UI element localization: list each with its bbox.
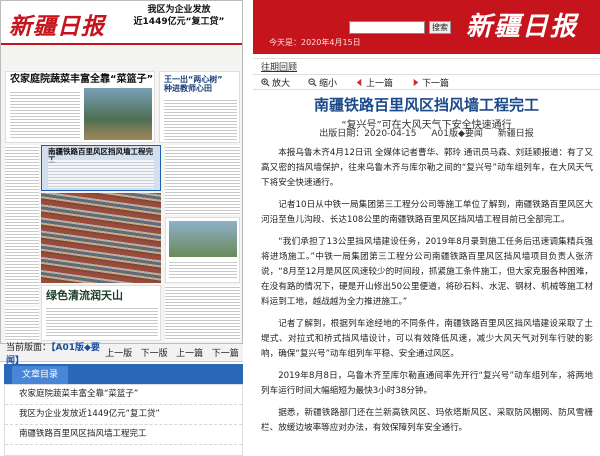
article-paragraph: 本报乌鲁木齐4月12日讯 全媒体记者曹华、郭玲 通讯员马森、刘廷颖报道：有了又高… — [261, 148, 593, 188]
article-body: 本报乌鲁木齐4月12日讯 全媒体记者曹华、郭玲 通讯员马森、刘廷颖报道：有了又高… — [261, 146, 593, 443]
article-paragraph: 2019年8月8日，乌鲁木齐至库尔勒直通间率先开行“复兴号”动车组列车，将两地列… — [261, 371, 593, 396]
paper-photo — [169, 221, 237, 257]
next-article-button[interactable]: 下一篇 — [207, 346, 243, 359]
paper-content-area: 农家庭院蔬菜丰富全靠“菜篮子” 王一出“两心树” 种进教师心田 南疆铁路百里风区… — [1, 47, 242, 343]
paper-text-column — [165, 285, 240, 341]
epaper-page-image[interactable]: 新疆日报 我区为企业发放 近1449亿元“复工贷” 农家庭院蔬菜丰富全靠“菜篮子… — [0, 0, 243, 344]
prev-page-button[interactable]: 上一版 — [101, 346, 137, 359]
toc-list: 农家庭院蔬菜丰富全靠“菜篮子” 我区为企业发放近1449亿元“复工贷” 南疆铁路… — [4, 384, 243, 456]
toc-item[interactable]: 我区为企业发放近1449亿元“复工贷” — [5, 405, 242, 425]
paper-article-block[interactable] — [165, 217, 240, 283]
divider — [253, 58, 600, 59]
article-panel: 新疆日报 搜索 今天是：2020年4月15日 往期回顾 放大 缩小 上一篇 下一… — [253, 0, 600, 456]
paper-photo — [84, 88, 152, 140]
highlighted-article-area[interactable]: 南疆铁路百里风区挡风墙工程完工 — [41, 145, 161, 191]
toc-header: 文章目录 — [4, 364, 243, 384]
paper-logo: 新疆日报 — [9, 13, 105, 40]
next-page-button[interactable]: 下一版 — [136, 346, 172, 359]
paper-article-block[interactable]: 王一出“两心树” 种进教师心田 — [159, 71, 240, 143]
paper-headline-right: 王一出“两心树” 种进教师心田 — [164, 75, 223, 93]
site-logo: 新疆日报 — [465, 12, 578, 42]
paper-text-column — [5, 145, 39, 305]
toc-tab[interactable]: 文章目录 — [12, 366, 69, 384]
paper-text-column — [165, 145, 240, 215]
next-icon — [413, 78, 419, 86]
prev-article-tool[interactable]: 上一篇 — [355, 76, 393, 89]
zoom-out-tool[interactable]: 缩小 — [308, 76, 337, 89]
toc-item[interactable]: 南疆铁路百里风区挡风墙工程完工 — [5, 425, 242, 445]
zoom-in-icon — [261, 77, 270, 87]
search-input[interactable] — [349, 21, 425, 34]
article-toolbar: 放大 缩小 上一篇 下一篇 — [253, 74, 600, 90]
paper-train-photo — [41, 193, 161, 283]
paper-headline-left: 农家庭院蔬菜丰富全靠“菜篮子” — [10, 74, 154, 85]
next-article-tool[interactable]: 下一篇 — [411, 76, 449, 89]
date-label: 今天是：2020年4月15日 — [269, 38, 361, 47]
prev-icon — [356, 78, 362, 86]
site-header: 新疆日报 搜索 今天是：2020年4月15日 — [253, 0, 600, 54]
current-page-indicator: 当前版面：【A01版◆要闻】 — [6, 342, 100, 366]
article-source: 新疆日报 — [497, 129, 534, 139]
past-issues-link[interactable]: 往期回顾 — [261, 60, 297, 73]
paper-masthead: 新疆日报 我区为企业发放 近1449亿元“复工贷” — [1, 1, 242, 45]
search-button[interactable]: 搜索 — [429, 21, 451, 34]
article-paragraph: “我们承担了13公里挡风墙建设任务，2019年8月录到施工任务后迅速调集精兵强将… — [261, 237, 593, 307]
article-section: A01版◆要闻 — [431, 129, 483, 139]
page-nav-toolbar: 当前版面：【A01版◆要闻】 上一版 下一版 上一篇 下一篇 — [0, 343, 243, 366]
article-meta: 出版日期：2020-04-15 A01版◆要闻 新疆日报 — [253, 126, 600, 139]
publish-date: 出版日期：2020-04-15 — [319, 129, 417, 139]
toc-item[interactable]: 农家庭院蔬菜丰富全靠“菜篮子” — [5, 385, 242, 405]
paper-article-block[interactable]: 农家庭院蔬菜丰富全靠“菜篮子” — [5, 71, 155, 143]
paper-banner-headline[interactable]: 我区为企业发放 近1449亿元“复工贷” — [119, 4, 239, 28]
paper-lower-title: 绿色清流润天山 — [46, 289, 123, 302]
article-title: 南疆铁路百里风区挡风墙工程完工 — [313, 96, 539, 114]
article-paragraph: 据悉，新疆铁路部门还在兰新高铁风区、玛依塔斯风区、采取防风棚网、防风雪栅栏、放缓… — [261, 408, 593, 433]
zoom-in-tool[interactable]: 放大 — [261, 76, 290, 89]
zoom-out-icon — [308, 77, 317, 87]
article-paragraph: 记者了解到，根据列车途经地的不同条件，南疆铁路百里风区挡风墙建设采取了土堤式、对… — [261, 319, 593, 359]
prev-article-button[interactable]: 上一篇 — [172, 346, 208, 359]
paper-text-column — [5, 307, 39, 341]
article-paragraph: 记者10日从中铁一局集团第三工程分公司等施工单位了解到，南疆铁路百里风区大河沿至… — [261, 200, 593, 225]
paper-article-block[interactable]: 绿色清流润天山 — [41, 285, 161, 341]
